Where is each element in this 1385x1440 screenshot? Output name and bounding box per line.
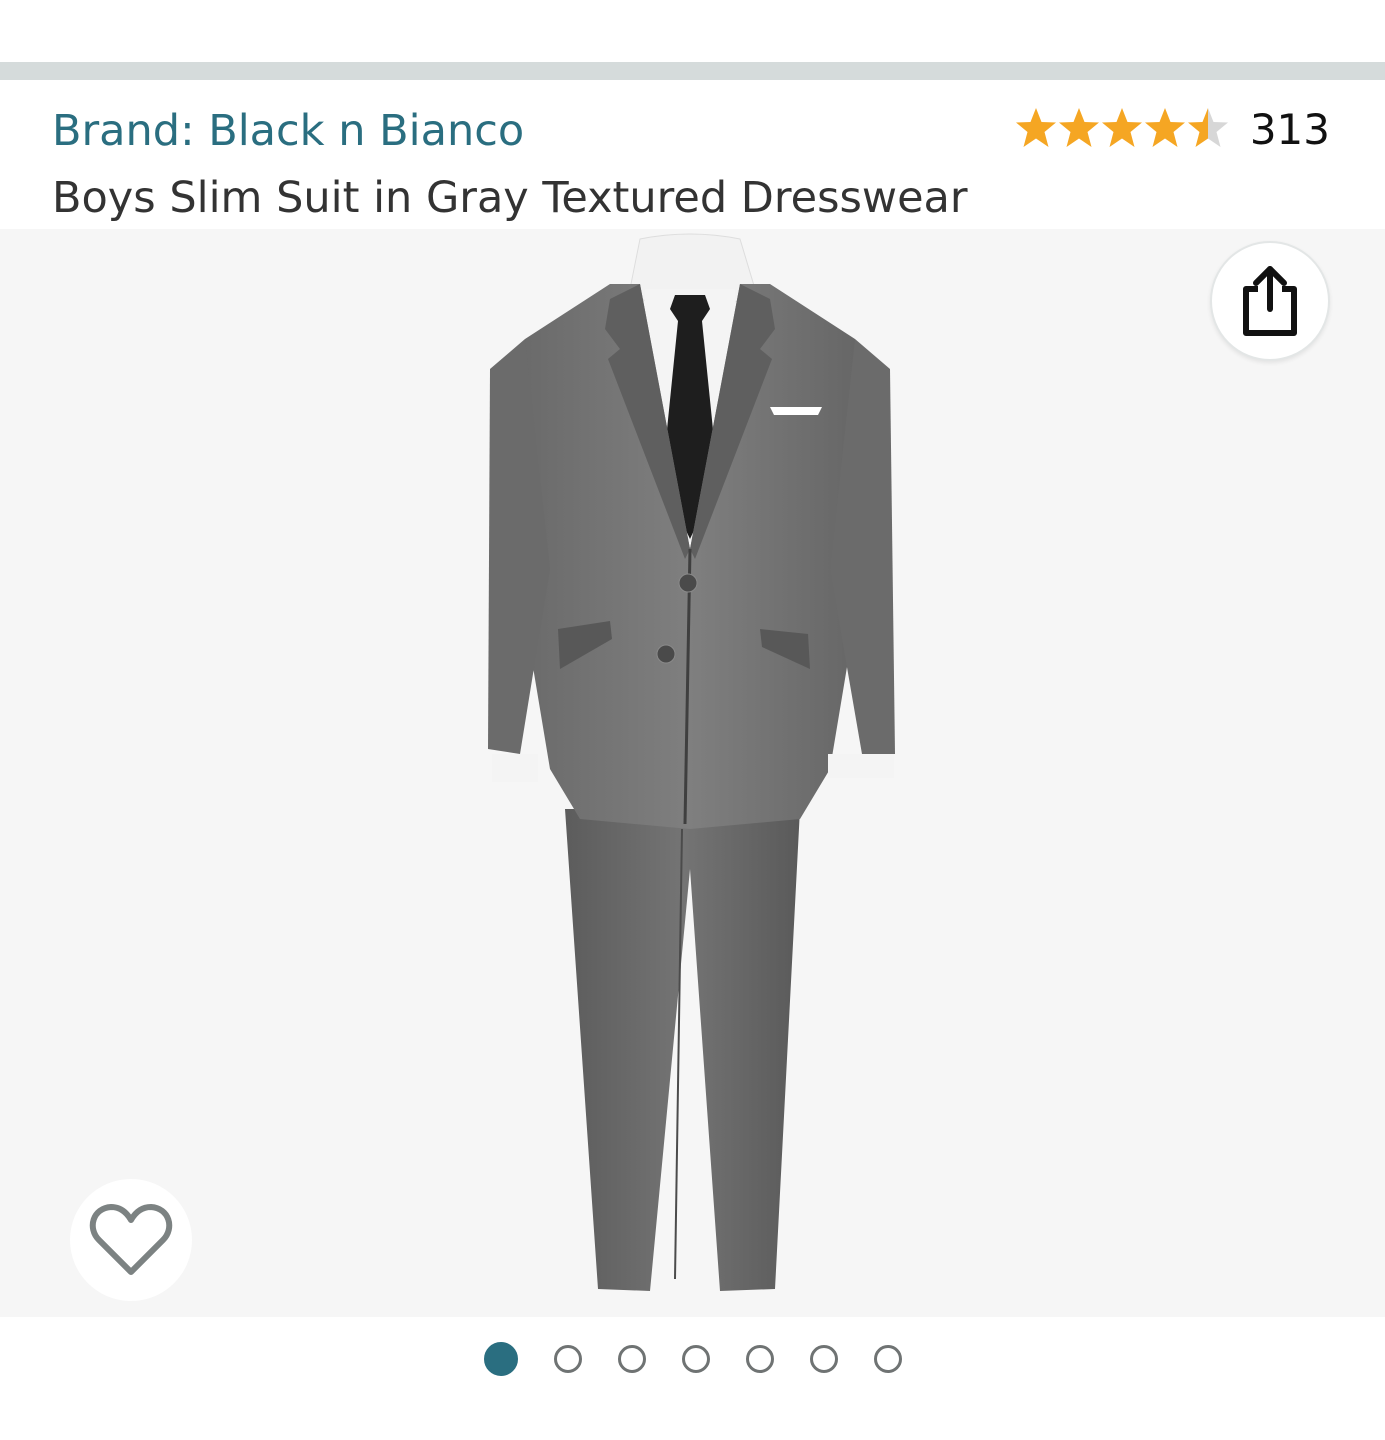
star-rating [1014,106,1234,154]
carousel-pagination [0,1342,1385,1385]
star-1 [1015,108,1056,147]
carousel-dot-1[interactable] [483,1342,518,1376]
section-divider [0,62,1385,80]
product-image-carousel[interactable] [0,229,1385,1317]
top-strip [0,0,1385,62]
star-5-half [1187,108,1228,147]
rating-summary[interactable]: 313 [1014,104,1330,156]
share-button[interactable] [1210,241,1330,361]
product-image-gray-suit[interactable] [470,229,910,1309]
carousel-dot-7[interactable] [873,1345,902,1373]
carousel-dot-4[interactable] [681,1345,710,1373]
brand-link[interactable]: Brand: Black n Bianco [52,105,524,157]
carousel-dot-5[interactable] [745,1345,774,1373]
heart-icon [89,1204,173,1275]
product-title: Boys Slim Suit in Gray Textured Dresswea… [52,173,968,223]
carousel-dot-6[interactable] [809,1345,838,1373]
carousel-dot-3[interactable] [617,1345,646,1373]
wishlist-button[interactable] [70,1179,192,1301]
stars-icon [1015,108,1228,147]
star-4 [1144,108,1185,147]
carousel-dot-2[interactable] [553,1345,582,1373]
share-icon [1243,266,1297,336]
review-count: 313 [1249,105,1330,154]
star-3 [1101,108,1142,147]
product-detail-page: Brand: Black n Bianco 313 Boys Slim Suit… [0,0,1385,1440]
star-2 [1058,108,1099,147]
